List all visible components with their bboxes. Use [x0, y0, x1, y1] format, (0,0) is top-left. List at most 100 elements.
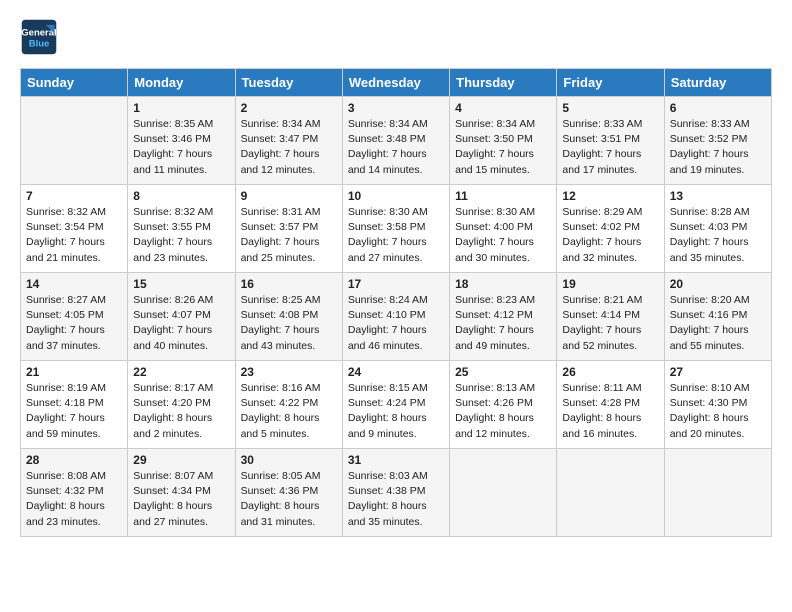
day-cell: 10Sunrise: 8:30 AMSunset: 3:58 PMDayligh… [342, 185, 449, 273]
day-number: 29 [133, 453, 229, 467]
day-info: Sunrise: 8:34 AMSunset: 3:47 PMDaylight:… [241, 117, 337, 178]
day-info: Sunrise: 8:17 AMSunset: 4:20 PMDaylight:… [133, 381, 229, 442]
day-info: Sunrise: 8:30 AMSunset: 4:00 PMDaylight:… [455, 205, 551, 266]
day-info: Sunrise: 8:33 AMSunset: 3:51 PMDaylight:… [562, 117, 658, 178]
day-info: Sunrise: 8:08 AMSunset: 4:32 PMDaylight:… [26, 469, 122, 530]
day-number: 3 [348, 101, 444, 115]
day-number: 11 [455, 189, 551, 203]
day-cell: 26 Sunrise: 8:11 AMSunset: 4:28 PMDayligh… [557, 361, 664, 449]
day-info: Sunrise: 8:26 AMSunset: 4:07 PMDaylight:… [133, 293, 229, 354]
day-info: Sunrise: 8:29 AMSunset: 4:02 PMDaylight:… [562, 205, 658, 266]
week-row-5: 28Sunrise: 8:08 AMSunset: 4:32 PMDayligh… [21, 449, 772, 537]
day-info: Sunrise: 8:32 AMSunset: 3:54 PMDaylight:… [26, 205, 122, 266]
day-cell [21, 97, 128, 185]
day-cell: 2 Sunrise: 8:34 AMSunset: 3:47 PMDaylight… [235, 97, 342, 185]
day-cell: 31 Sunrise: 8:03 AMSunset: 4:38 PMDayligh… [342, 449, 449, 537]
day-number: 2 [241, 101, 337, 115]
day-cell: 22 Sunrise: 8:17 AMSunset: 4:20 PMDayligh… [128, 361, 235, 449]
week-row-1: 1 Sunrise: 8:35 AMSunset: 3:46 PMDaylight… [21, 97, 772, 185]
day-cell [557, 449, 664, 537]
week-row-4: 21 Sunrise: 8:19 AMSunset: 4:18 PMDayligh… [21, 361, 772, 449]
day-number: 20 [670, 277, 766, 291]
col-header-wednesday: Wednesday [342, 69, 449, 97]
day-cell: 5 Sunrise: 8:33 AMSunset: 3:51 PMDaylight… [557, 97, 664, 185]
day-cell: 30Sunrise: 8:05 AMSunset: 4:36 PMDayligh… [235, 449, 342, 537]
day-info: Sunrise: 8:07 AMSunset: 4:34 PMDaylight:… [133, 469, 229, 530]
day-number: 6 [670, 101, 766, 115]
day-cell: 21 Sunrise: 8:19 AMSunset: 4:18 PMDayligh… [21, 361, 128, 449]
day-cell: 9Sunrise: 8:31 AMSunset: 3:57 PMDaylight… [235, 185, 342, 273]
day-cell: 25 Sunrise: 8:13 AMSunset: 4:26 PMDayligh… [450, 361, 557, 449]
day-cell: 27 Sunrise: 8:10 AMSunset: 4:30 PMDayligh… [664, 361, 771, 449]
svg-text:Blue: Blue [29, 39, 50, 50]
col-header-thursday: Thursday [450, 69, 557, 97]
day-info: Sunrise: 8:16 AMSunset: 4:22 PMDaylight:… [241, 381, 337, 442]
day-info: Sunrise: 8:33 AMSunset: 3:52 PMDaylight:… [670, 117, 766, 178]
col-header-tuesday: Tuesday [235, 69, 342, 97]
day-cell: 28Sunrise: 8:08 AMSunset: 4:32 PMDayligh… [21, 449, 128, 537]
col-header-sunday: Sunday [21, 69, 128, 97]
day-info: Sunrise: 8:21 AMSunset: 4:14 PMDaylight:… [562, 293, 658, 354]
day-number: 30 [241, 453, 337, 467]
day-number: 8 [133, 189, 229, 203]
day-number: 21 [26, 365, 122, 379]
day-number: 25 [455, 365, 551, 379]
col-header-saturday: Saturday [664, 69, 771, 97]
day-cell: 8Sunrise: 8:32 AMSunset: 3:55 PMDaylight… [128, 185, 235, 273]
day-number: 4 [455, 101, 551, 115]
day-info: Sunrise: 8:03 AMSunset: 4:38 PMDaylight:… [348, 469, 444, 530]
col-header-friday: Friday [557, 69, 664, 97]
day-number: 31 [348, 453, 444, 467]
week-row-2: 7Sunrise: 8:32 AMSunset: 3:54 PMDaylight… [21, 185, 772, 273]
day-cell: 15 Sunrise: 8:26 AMSunset: 4:07 PMDayligh… [128, 273, 235, 361]
day-number: 15 [133, 277, 229, 291]
header-row: SundayMondayTuesdayWednesdayThursdayFrid… [21, 69, 772, 97]
day-number: 23 [241, 365, 337, 379]
day-info: Sunrise: 8:30 AMSunset: 3:58 PMDaylight:… [348, 205, 444, 266]
day-cell: 13Sunrise: 8:28 AMSunset: 4:03 PMDayligh… [664, 185, 771, 273]
day-number: 18 [455, 277, 551, 291]
day-number: 22 [133, 365, 229, 379]
day-cell: 1 Sunrise: 8:35 AMSunset: 3:46 PMDaylight… [128, 97, 235, 185]
day-number: 12 [562, 189, 658, 203]
day-info: Sunrise: 8:13 AMSunset: 4:26 PMDaylight:… [455, 381, 551, 442]
day-cell: 4Sunrise: 8:34 AMSunset: 3:50 PMDaylight… [450, 97, 557, 185]
day-info: Sunrise: 8:20 AMSunset: 4:16 PMDaylight:… [670, 293, 766, 354]
day-cell: 17 Sunrise: 8:24 AMSunset: 4:10 PMDayligh… [342, 273, 449, 361]
day-cell: 18 Sunrise: 8:23 AMSunset: 4:12 PMDayligh… [450, 273, 557, 361]
logo: General Blue [20, 18, 60, 56]
day-info: Sunrise: 8:11 AMSunset: 4:28 PMDaylight:… [562, 381, 658, 442]
day-number: 27 [670, 365, 766, 379]
day-number: 16 [241, 277, 337, 291]
day-cell: 20 Sunrise: 8:20 AMSunset: 4:16 PMDayligh… [664, 273, 771, 361]
day-cell: 24 Sunrise: 8:15 AMSunset: 4:24 PMDayligh… [342, 361, 449, 449]
day-number: 14 [26, 277, 122, 291]
day-cell: 3 Sunrise: 8:34 AMSunset: 3:48 PMDaylight… [342, 97, 449, 185]
day-cell [664, 449, 771, 537]
day-number: 13 [670, 189, 766, 203]
page: General Blue SundayMondayTuesdayWednesda… [0, 0, 792, 547]
day-info: Sunrise: 8:35 AMSunset: 3:46 PMDaylight:… [133, 117, 229, 178]
day-info: Sunrise: 8:34 AMSunset: 3:48 PMDaylight:… [348, 117, 444, 178]
day-info: Sunrise: 8:15 AMSunset: 4:24 PMDaylight:… [348, 381, 444, 442]
day-number: 17 [348, 277, 444, 291]
logo-icon: General Blue [20, 18, 58, 56]
day-number: 1 [133, 101, 229, 115]
day-number: 26 [562, 365, 658, 379]
day-number: 24 [348, 365, 444, 379]
day-cell: 16 Sunrise: 8:25 AMSunset: 4:08 PMDayligh… [235, 273, 342, 361]
day-info: Sunrise: 8:24 AMSunset: 4:10 PMDaylight:… [348, 293, 444, 354]
header: General Blue [20, 18, 772, 56]
day-number: 5 [562, 101, 658, 115]
day-info: Sunrise: 8:10 AMSunset: 4:30 PMDaylight:… [670, 381, 766, 442]
day-info: Sunrise: 8:23 AMSunset: 4:12 PMDaylight:… [455, 293, 551, 354]
day-info: Sunrise: 8:19 AMSunset: 4:18 PMDaylight:… [26, 381, 122, 442]
day-cell: 7Sunrise: 8:32 AMSunset: 3:54 PMDaylight… [21, 185, 128, 273]
day-info: Sunrise: 8:25 AMSunset: 4:08 PMDaylight:… [241, 293, 337, 354]
day-cell: 19 Sunrise: 8:21 AMSunset: 4:14 PMDayligh… [557, 273, 664, 361]
day-cell: 29 Sunrise: 8:07 AMSunset: 4:34 PMDayligh… [128, 449, 235, 537]
day-cell: 12 Sunrise: 8:29 AMSunset: 4:02 PMDayligh… [557, 185, 664, 273]
day-number: 19 [562, 277, 658, 291]
day-cell: 14Sunrise: 8:27 AMSunset: 4:05 PMDayligh… [21, 273, 128, 361]
day-info: Sunrise: 8:31 AMSunset: 3:57 PMDaylight:… [241, 205, 337, 266]
